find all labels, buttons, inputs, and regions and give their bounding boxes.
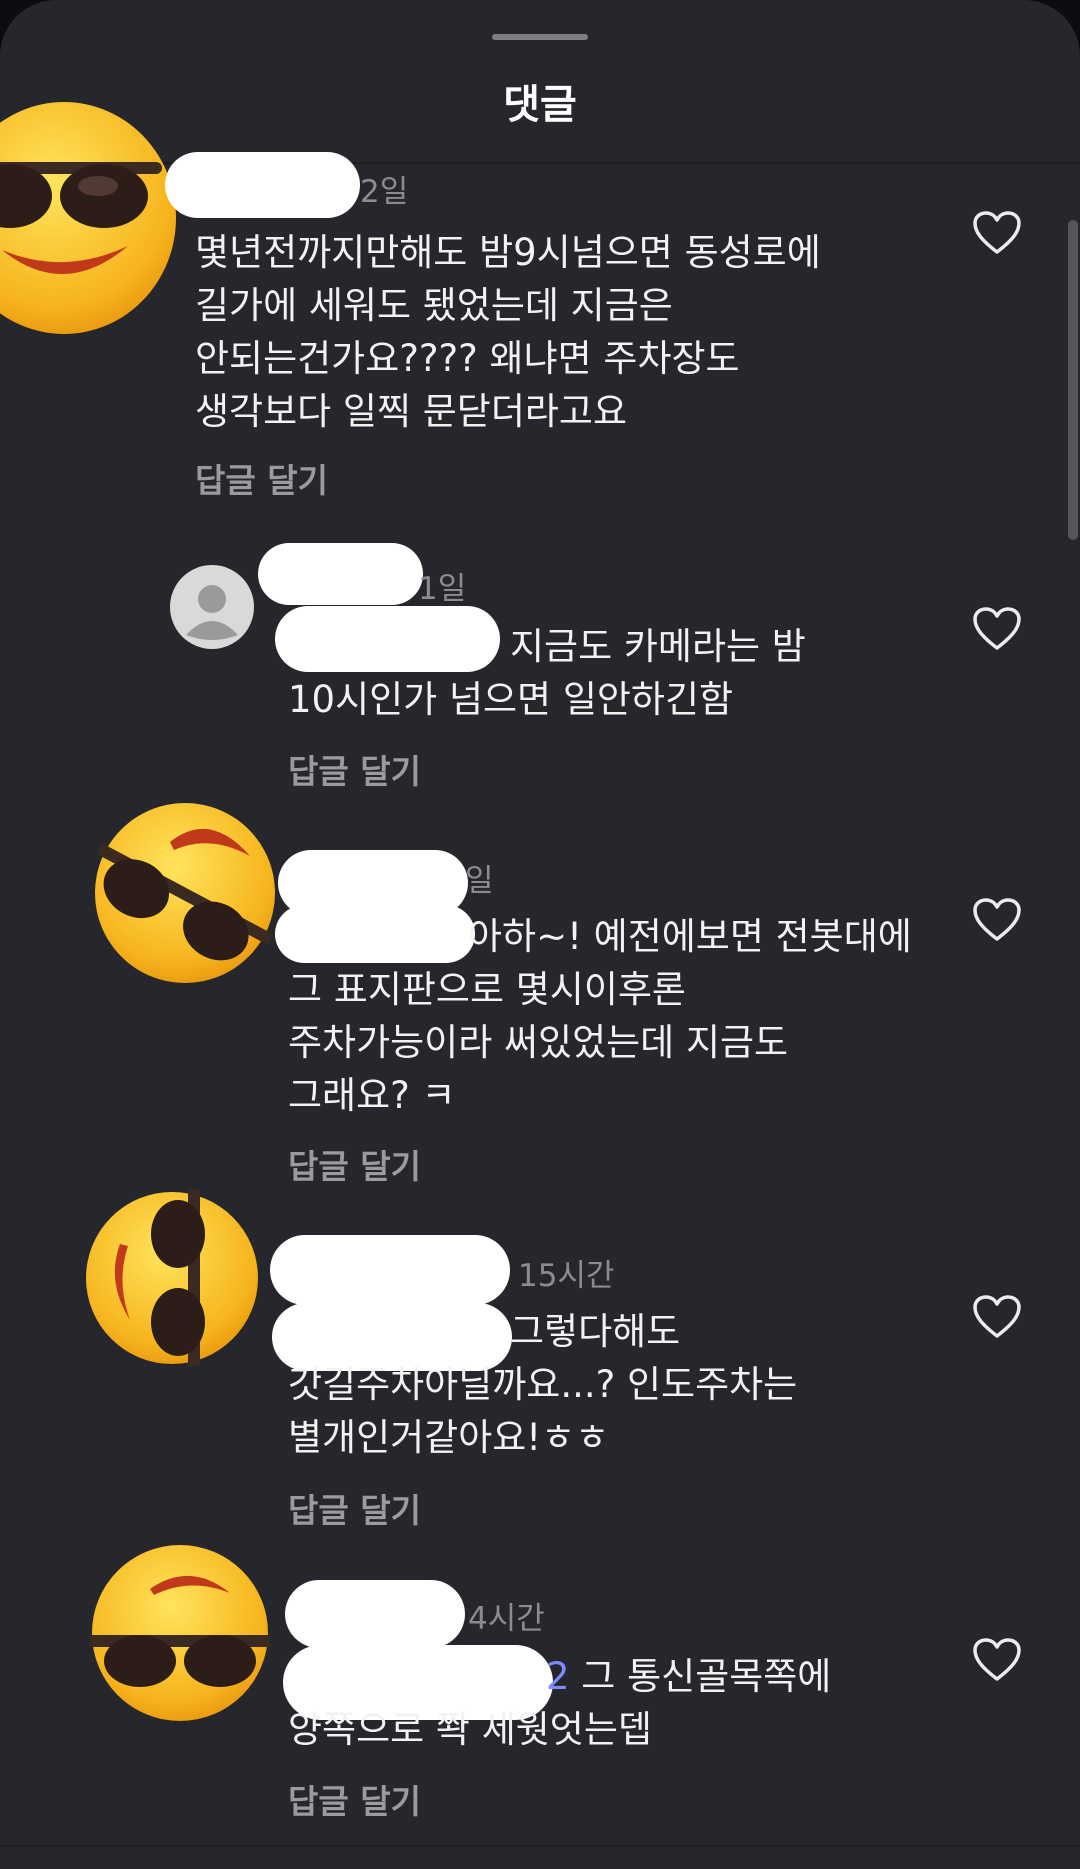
sunglasses-emoji-avatar[interactable]: [90, 800, 280, 986]
heart-outline-icon[interactable]: [972, 1637, 1022, 1683]
comment-text-line: 주차가능이라 써있었는데 지금도: [288, 1021, 789, 1064]
reply-button[interactable]: 답글 달기: [288, 745, 421, 793]
comment-timestamp: 1일: [418, 571, 467, 607]
username-redacted: [165, 152, 360, 218]
reply-button[interactable]: 답글 달기: [288, 1484, 421, 1532]
sheet-drag-handle[interactable]: [492, 34, 588, 40]
comment-text-line: 2 그 통신골목쪽에: [288, 1650, 831, 1703]
comment-text-line: 갓길주차아닐까요...? 인도주차는: [288, 1363, 798, 1406]
comment-body: 지금도 카메라는 밤 10시인가 넘으면 일안하긴함: [288, 620, 806, 726]
comment-timestamp: 15시간: [518, 1258, 615, 1294]
comment-timestamp: 2일: [360, 174, 409, 210]
comment-text-line: 10시인가 넘으면 일안하긴함: [288, 678, 734, 721]
username-redacted: [258, 543, 423, 605]
comment-body: 2 그 통신골목쪽에 양쪽으로 쫙 세웟엇는뎁: [288, 1650, 831, 1756]
comment-text-line: 안되는건가요???? 왜냐면 주차장도: [195, 337, 740, 380]
comment-text-line: 그래요? ㅋ: [288, 1074, 456, 1117]
comment-text-line: 지금도 카메라는 밤: [510, 625, 806, 668]
comment-text-line: 생각보다 일찍 문닫더라고요: [195, 390, 628, 433]
mention-link[interactable]: 2: [546, 1655, 570, 1698]
comment-timestamp: 일: [465, 863, 494, 899]
comment-body: 아하~! 예전에보면 전봇대에 그 표지판으로 몇시이후론 주차가능이라 써있었…: [288, 910, 912, 1122]
reply-button[interactable]: 답글 달기: [288, 1140, 421, 1188]
sunglasses-emoji-avatar[interactable]: [82, 1190, 262, 1366]
reply-button[interactable]: 답글 달기: [288, 1775, 421, 1823]
scrollbar[interactable]: [1068, 220, 1078, 540]
comment-timestamp: 4시간: [468, 1601, 545, 1637]
reply-button[interactable]: 답글 달기: [195, 454, 328, 502]
comment-text-line: 별개인거같아요!ㅎㅎ: [288, 1416, 610, 1459]
heart-outline-icon[interactable]: [972, 606, 1022, 652]
heart-outline-icon[interactable]: [972, 210, 1022, 256]
comments-sheet: 댓글 2일 몇년전까지만해도 밤9시넘으면 동성로에 길가에 세워도 됐었는데 …: [0, 0, 1080, 1869]
sunglasses-emoji-avatar[interactable]: [0, 100, 178, 336]
username-redacted: [285, 1580, 465, 1648]
comment-text-line: 양쪽으로 쫙 세웟엇는뎁: [288, 1708, 652, 1751]
comment-text-line: 그렇다해도: [510, 1310, 681, 1353]
default-user-avatar[interactable]: [170, 565, 254, 649]
comment-text-segment: 그 통신골목쪽에: [569, 1655, 832, 1698]
comment-text-line: 아하~! 예전에보면 전봇대에: [468, 915, 912, 958]
comment-body: 몇년전까지만해도 밤9시넘으면 동성로에 길가에 세워도 됐었는데 지금은 안되…: [195, 226, 821, 438]
bottom-divider: [0, 1845, 1080, 1847]
comment-text-line: 그 표지판으로 몇시이후론: [288, 968, 686, 1011]
sunglasses-emoji-avatar[interactable]: [90, 1543, 270, 1723]
heart-outline-icon[interactable]: [972, 897, 1022, 943]
comment-text-line: 몇년전까지만해도 밤9시넘으면 동성로에: [195, 231, 821, 274]
comment-body: 그렇다해도 갓길주차아닐까요...? 인도주차는 별개인거같아요!ㅎㅎ: [288, 1305, 797, 1464]
heart-outline-icon[interactable]: [972, 1294, 1022, 1340]
comment-text-line: 길가에 세워도 됐었는데 지금은: [195, 284, 673, 327]
username-redacted: [270, 1235, 510, 1305]
